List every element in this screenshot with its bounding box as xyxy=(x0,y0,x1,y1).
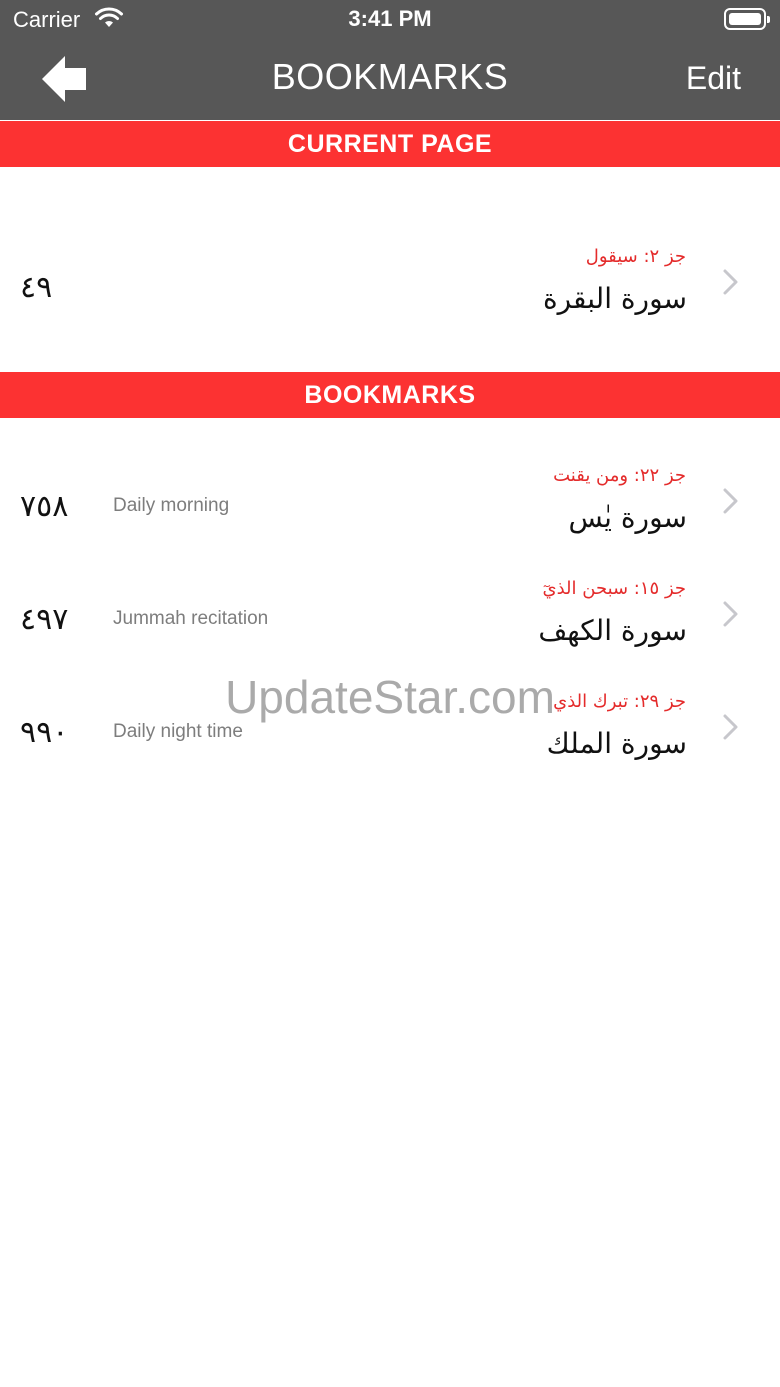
bookmark-row[interactable]: ٩٩٠ Daily night time جز ٢٩: تبرك الذي سو… xyxy=(0,671,780,783)
bookmark-row[interactable]: ٤٩٧ Jummah recitation جز ١٥: سبحن الذيٓ … xyxy=(0,558,780,670)
bookmark-row[interactable]: ٧٥٨ Daily morning جز ٢٢: ومن يقنت سورة ي… xyxy=(0,445,780,557)
clock: 3:41 PM xyxy=(348,6,432,31)
juz-label: جز ١٥: سبحن الذيٓ xyxy=(542,578,687,599)
chevron-right-icon xyxy=(723,269,738,295)
juz-label: جز ٢٩: تبرك الذي xyxy=(553,691,686,712)
bookmark-note: Daily morning xyxy=(113,495,230,516)
page-number: ٩٩٠ xyxy=(20,715,69,750)
bookmark-note: Jummah recitation xyxy=(113,608,269,629)
battery-icon xyxy=(724,8,770,30)
section-header-bookmarks: BOOKMARKS xyxy=(0,372,780,418)
page-title: BOOKMARKS xyxy=(271,56,509,97)
page-number: ٤٩٧ xyxy=(20,602,69,637)
chevron-right-icon xyxy=(723,714,738,740)
bookmark-note: Daily night time xyxy=(113,721,243,742)
navigation-bar: Carrier 3:41 PM BOOKMARKS Edit xyxy=(0,0,780,120)
surah-name: سورة الملك xyxy=(546,727,687,760)
chevron-right-icon xyxy=(723,601,738,627)
page-number: ٧٥٨ xyxy=(20,489,69,524)
juz-label: جز ٢: سيقول xyxy=(585,246,686,267)
edit-button[interactable]: Edit xyxy=(686,60,741,97)
surah-name: سورة يٰس xyxy=(568,501,687,534)
juz-label: جز ٢٢: ومن يقنت xyxy=(553,465,686,486)
current-page-row[interactable]: ٤٩ جز ٢: سيقول سورة البقرة xyxy=(0,226,780,338)
surah-name: سورة البقرة xyxy=(542,282,687,315)
surah-name: سورة الكهف xyxy=(538,614,687,647)
chevron-right-icon xyxy=(723,488,738,514)
page-number: ٤٩ xyxy=(20,270,53,305)
section-header-current-page: CURRENT PAGE xyxy=(0,121,780,167)
status-bar: Carrier 3:41 PM xyxy=(0,0,780,40)
